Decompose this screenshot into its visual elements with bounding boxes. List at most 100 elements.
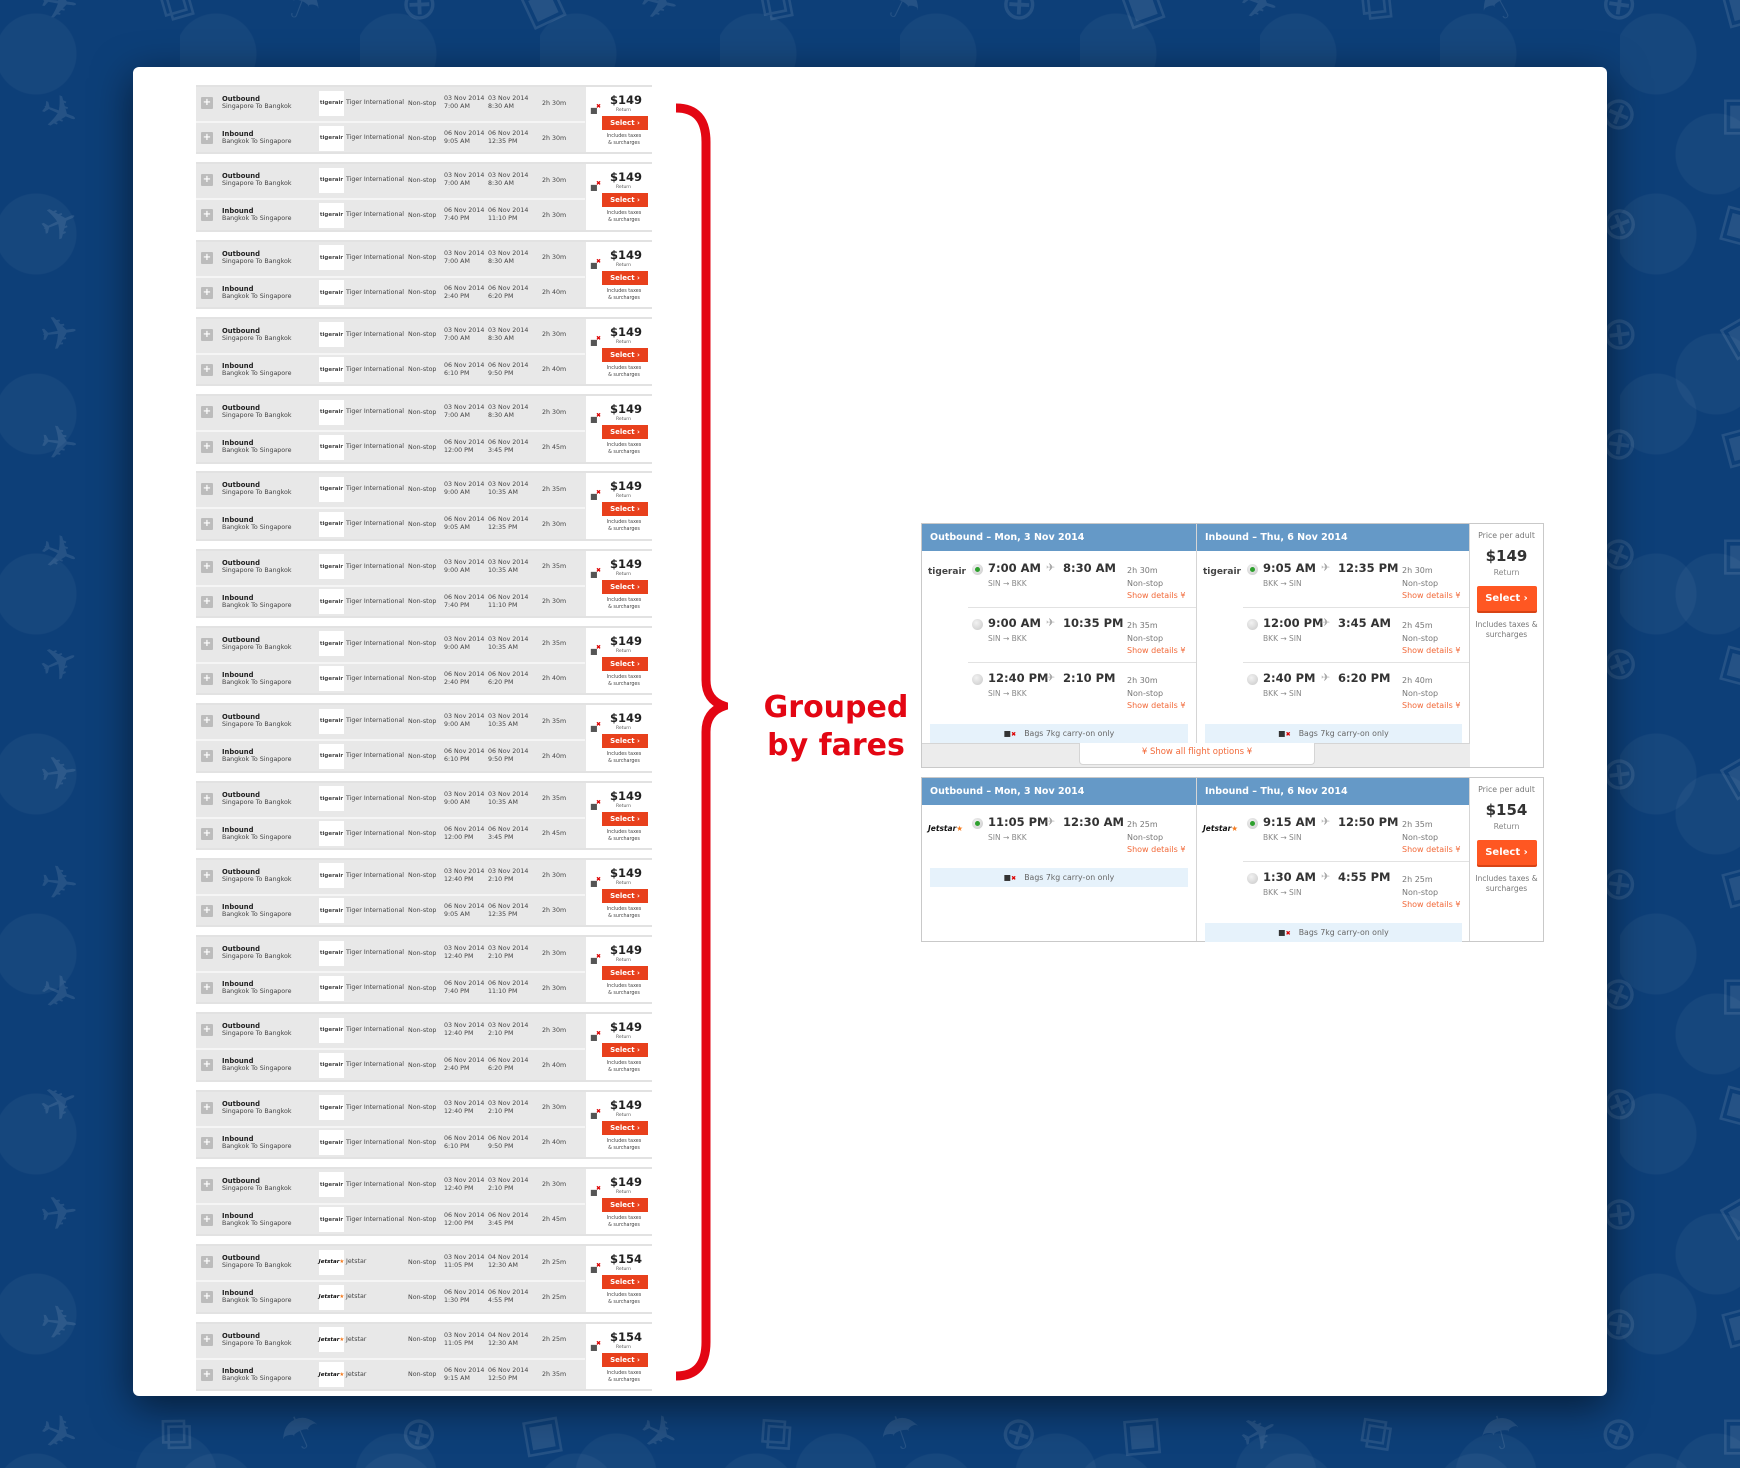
outbound-row[interactable]: + Outbound Singapore To Bangkok tigerair Tig… [196, 319, 585, 351]
show-details-link[interactable]: Show details ¥ [1402, 591, 1460, 600]
flight-option[interactable]: Jetstar★ 9:15 AM ✈ 12:50 PM BKK → SIN 2h 35m N… [1197, 807, 1470, 862]
outbound-row[interactable]: + Outbound Singapore To Bangkok tigerair Tig… [196, 860, 585, 892]
show-details-link[interactable]: Show details ¥ [1127, 701, 1185, 710]
select-button[interactable]: Select › [602, 116, 648, 130]
expand-icon[interactable]: + [201, 441, 213, 454]
inbound-row[interactable]: + Inbound Bangkok To Singapore tigerair Tige… [196, 275, 585, 308]
outbound-row[interactable]: + Outbound Singapore To Bangkok tigerair Tig… [196, 551, 585, 583]
show-details-link[interactable]: Show details ¥ [1402, 646, 1460, 655]
select-button[interactable]: Select › [602, 193, 648, 208]
expand-icon[interactable]: + [201, 251, 213, 264]
select-button[interactable]: Select › [602, 656, 648, 671]
outbound-row[interactable]: + Outbound Singapore To Bangkok tigerair Tig… [196, 1014, 585, 1046]
inbound-row[interactable]: + Inbound Bangkok To Singapore tigerair Tige… [196, 739, 585, 771]
outbound-row[interactable]: + Outbound Singapore To Bangkok tigerair Tig… [196, 937, 585, 969]
expand-icon[interactable]: + [201, 750, 213, 763]
expand-icon[interactable]: + [201, 947, 213, 960]
select-button[interactable]: Select › [602, 888, 648, 903]
select-button[interactable]: Select › [602, 1043, 648, 1058]
show-details-link[interactable]: Show details ¥ [1402, 900, 1460, 909]
expand-icon[interactable]: + [201, 1256, 213, 1269]
select-button[interactable]: Select › [602, 1275, 648, 1290]
expand-icon[interactable]: + [201, 792, 213, 805]
flight-radio[interactable] [1247, 873, 1258, 884]
expand-icon[interactable]: + [201, 904, 213, 917]
outbound-row[interactable]: + Outbound Singapore To Bangkok tigerair Tig… [196, 1169, 585, 1201]
expand-icon[interactable]: + [201, 363, 213, 376]
show-details-link[interactable]: Show details ¥ [1127, 845, 1185, 854]
expand-icon[interactable]: + [201, 560, 213, 573]
show-details-link[interactable]: Show details ¥ [1402, 845, 1460, 854]
outbound-row[interactable]: + Outbound Singapore To Bangkok tigerair Tig… [196, 396, 585, 428]
expand-icon[interactable]: + [201, 209, 213, 222]
inbound-row[interactable]: + Inbound Bangkok To Singapore tigerair Tige… [196, 121, 585, 153]
select-button[interactable]: Select › [602, 966, 648, 981]
expand-icon[interactable]: + [201, 406, 213, 419]
select-button[interactable]: Select › [1476, 586, 1537, 611]
show-details-link[interactable]: Show details ¥ [1402, 701, 1460, 710]
flight-radio[interactable] [972, 818, 983, 829]
flight-option[interactable]: 12:40 PM ✈ 2:10 PM SIN → BKK 2h 30m Non-stop S… [922, 663, 1196, 718]
show-all-flight-options-link[interactable]: ¥ Show all flight options ¥ [1079, 743, 1315, 765]
outbound-row[interactable]: + Outbound Singapore To Bangkok tigerair Tig… [196, 1092, 585, 1124]
flight-option[interactable]: 9:00 AM ✈ 10:35 PM SIN → BKK 2h 35m Non-stop S… [922, 608, 1196, 663]
expand-icon[interactable]: + [201, 483, 213, 496]
outbound-row[interactable]: + Outbound Singapore To Bangkok tigerair Tig… [196, 87, 585, 119]
select-button[interactable]: Select › [602, 1197, 648, 1212]
expand-icon[interactable]: + [201, 1213, 213, 1226]
expand-icon[interactable]: + [201, 97, 213, 109]
outbound-row[interactable]: + Outbound Singapore To Bangkok Jetstar ★ Jet… [196, 1324, 585, 1356]
select-button[interactable]: Select › [602, 734, 648, 749]
select-button[interactable]: Select › [602, 270, 648, 285]
outbound-row[interactable]: + Outbound Singapore To Bangkok tigerair Tig… [196, 473, 585, 505]
expand-icon[interactable]: + [201, 1024, 213, 1037]
inbound-row[interactable]: + Inbound Bangkok To Singapore tigerair Tige… [196, 430, 585, 462]
inbound-row[interactable]: + Inbound Bangkok To Singapore tigerair Tige… [196, 198, 585, 230]
select-button[interactable]: Select › [602, 1352, 648, 1367]
outbound-row[interactable]: + Outbound Singapore To Bangkok tigerair Tig… [196, 783, 585, 815]
flight-radio[interactable] [1247, 674, 1258, 685]
inbound-row[interactable]: + Inbound Bangkok To Singapore tigerair Tige… [196, 507, 585, 539]
expand-icon[interactable]: + [201, 1059, 213, 1072]
outbound-row[interactable]: + Outbound Singapore To Bangkok tigerair Tig… [196, 164, 585, 196]
show-details-link[interactable]: Show details ¥ [1127, 591, 1185, 600]
inbound-row[interactable]: + Inbound Bangkok To Singapore tigerair Tige… [196, 1048, 585, 1080]
expand-icon[interactable]: + [201, 982, 213, 995]
inbound-row[interactable]: + Inbound Bangkok To Singapore tigerair Tige… [196, 584, 585, 617]
expand-icon[interactable]: + [201, 328, 213, 341]
select-button[interactable]: Select › [1476, 840, 1537, 865]
inbound-row[interactable]: + Inbound Bangkok To Singapore tigerair Tige… [196, 816, 585, 849]
select-button[interactable]: Select › [602, 811, 648, 826]
outbound-row[interactable]: + Outbound Singapore To Bangkok tigerair Tig… [196, 242, 585, 274]
expand-icon[interactable]: + [201, 827, 213, 840]
flight-option[interactable]: tigerair 7:00 AM ✈ 8:30 AM SIN → BKK 2h 30m No… [922, 553, 1196, 608]
inbound-row[interactable]: + Inbound Bangkok To Singapore Jetstar ★ Jets… [196, 1357, 585, 1390]
outbound-row[interactable]: + Outbound Singapore To Bangkok Jetstar ★ Jet… [196, 1246, 585, 1278]
inbound-row[interactable]: + Inbound Bangkok To Singapore tigerair Tige… [196, 893, 585, 926]
flight-radio[interactable] [972, 674, 983, 685]
select-button[interactable]: Select › [602, 502, 648, 517]
expand-icon[interactable]: + [201, 637, 213, 650]
flight-option[interactable]: Jetstar★ 11:05 PM ✈ 12:30 AM SIN → BKK 2h 25m… [922, 807, 1196, 862]
flight-radio[interactable] [1247, 564, 1258, 575]
outbound-row[interactable]: + Outbound Singapore To Bangkok tigerair Tig… [196, 628, 585, 660]
expand-icon[interactable]: + [201, 174, 213, 187]
inbound-row[interactable]: + Inbound Bangkok To Singapore tigerair Tige… [196, 1125, 585, 1158]
expand-icon[interactable]: + [201, 286, 213, 299]
expand-icon[interactable]: + [201, 1178, 213, 1191]
expand-icon[interactable]: + [201, 1291, 213, 1304]
flight-radio[interactable] [972, 564, 983, 575]
expand-icon[interactable]: + [201, 132, 213, 144]
expand-icon[interactable]: + [201, 1136, 213, 1149]
inbound-row[interactable]: + Inbound Bangkok To Singapore tigerair Tige… [196, 661, 585, 694]
flight-radio[interactable] [1247, 619, 1258, 630]
inbound-row[interactable]: + Inbound Bangkok To Singapore Jetstar ★ Jets… [196, 1280, 585, 1312]
select-button[interactable]: Select › [602, 347, 648, 362]
expand-icon[interactable]: + [201, 1101, 213, 1114]
outbound-row[interactable]: + Outbound Singapore To Bangkok tigerair Tig… [196, 705, 585, 737]
expand-icon[interactable]: + [201, 595, 213, 608]
expand-icon[interactable]: + [201, 1333, 213, 1346]
show-details-link[interactable]: Show details ¥ [1127, 646, 1185, 655]
expand-icon[interactable]: + [201, 518, 213, 531]
inbound-row[interactable]: + Inbound Bangkok To Singapore tigerair Tige… [196, 352, 585, 385]
